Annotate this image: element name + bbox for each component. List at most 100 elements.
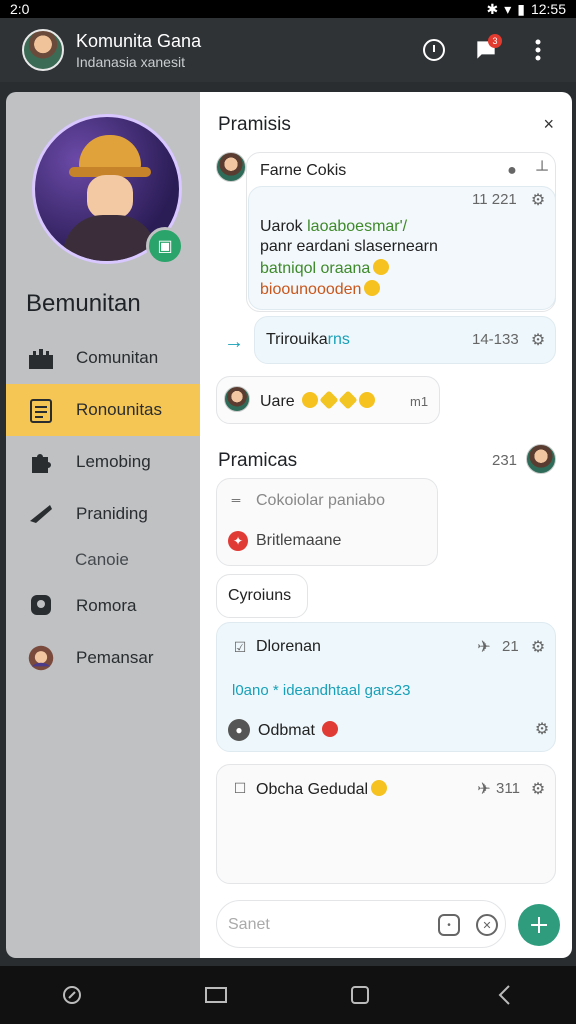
- user-icon: ●: [228, 719, 250, 741]
- recents-button[interactable]: [196, 975, 236, 1015]
- back-button[interactable]: [484, 975, 524, 1015]
- section-count: 231: [492, 452, 518, 469]
- message-text-main: Trirouika: [266, 331, 328, 348]
- app-titles: Komunita Gana Indanasia xanesit: [76, 31, 402, 70]
- info-button[interactable]: [414, 30, 454, 70]
- menu-lines-icon: ═: [231, 493, 241, 507]
- sidebar-item-lemobing[interactable]: Lemobing: [6, 436, 202, 488]
- sidebar-item-romora[interactable]: Romora: [6, 580, 202, 632]
- smile-emoji-icon: [371, 780, 388, 796]
- recents-icon: [205, 987, 227, 1003]
- message-line: batniqol oraana: [260, 259, 390, 278]
- arrow-right-icon: →: [224, 330, 244, 353]
- post-title: Obcha Gedudal: [256, 780, 388, 799]
- panel-title: Pramisis: [218, 114, 291, 135]
- settings-small-icon[interactable]: ⚙: [532, 719, 552, 739]
- add-button[interactable]: [518, 904, 560, 946]
- sidebar-item-label: Comunitan: [76, 348, 159, 367]
- status-time: 2:0: [10, 1, 30, 17]
- more-vert-icon: [535, 39, 541, 61]
- message-text: Trirouikarns: [266, 331, 350, 349]
- reaction-meta: m1: [410, 394, 429, 409]
- filter-chip-label: Cyroiuns: [228, 587, 292, 604]
- system-nav-bar: [0, 966, 576, 1024]
- info-icon: [423, 39, 445, 61]
- smile-emoji-icon: [373, 259, 390, 275]
- app-subtitle: Indanasia xanesit: [76, 53, 185, 70]
- section-avatar[interactable]: [526, 444, 556, 474]
- reaction-label: Uare: [260, 393, 295, 410]
- assistant-icon: [63, 986, 81, 1004]
- home-icon: [351, 986, 369, 1004]
- message-line: bioounoooden: [260, 280, 381, 299]
- pin-icon[interactable]: ✈: [474, 779, 494, 799]
- gear-icon[interactable]: ⚙: [528, 779, 548, 799]
- profile-badge-icon: ▣: [146, 227, 184, 265]
- more-button[interactable]: [518, 30, 558, 70]
- message-line: Uarok laoaboesmar'/: [260, 218, 407, 236]
- heart-face-icon: [322, 721, 339, 737]
- message-line-text: bioounoooden: [260, 281, 362, 298]
- post-line-text: Odbmat: [258, 722, 315, 739]
- sidebar-item-pemansar[interactable]: Pemansar: [6, 632, 202, 684]
- sidebar: ▣ Bemunitan Comunitan Ronounitas Lemobin…: [6, 92, 202, 958]
- gear-icon[interactable]: ⚙: [528, 330, 548, 350]
- status-bar: 2:0 ✱ ▾ ▮ 12:55: [0, 0, 576, 18]
- sidebar-item-praniding[interactable]: Praniding: [6, 488, 202, 540]
- message-avatar[interactable]: [216, 152, 246, 182]
- bluetooth-icon: ✱: [486, 0, 499, 17]
- notification-badge: 3: [488, 34, 502, 48]
- app-bar: Komunita Gana Indanasia xanesit 3: [0, 18, 576, 82]
- post-meta: 311: [496, 780, 520, 797]
- star-icon: [319, 390, 339, 410]
- sidebar-item-label: Praniding: [76, 504, 148, 523]
- location-icon: [28, 593, 54, 619]
- sidebar-heading: Bemunitan: [26, 290, 141, 317]
- sidebar-item-label: Romora: [76, 596, 137, 615]
- status-clock: 12:55: [530, 1, 566, 17]
- close-icon[interactable]: ×: [543, 114, 554, 135]
- sticker-icon[interactable]: •: [438, 914, 460, 936]
- clipboard-icon: [28, 397, 54, 423]
- status-icons: ✱ ▾ ▮ 12:55: [486, 1, 566, 18]
- message-time: 14-133: [472, 331, 519, 348]
- wifi-icon: ▾: [504, 0, 512, 17]
- gear-icon[interactable]: ⚙: [528, 637, 548, 657]
- checkbox-icon[interactable]: ☐: [230, 778, 250, 798]
- checkbox-icon[interactable]: ☑: [230, 637, 250, 657]
- emoji-picker-icon[interactable]: ✕: [476, 914, 498, 936]
- message-line: panr eardani slasernearn: [260, 238, 438, 255]
- hat-shape: [79, 135, 141, 171]
- message-line-prefix: Uarok: [260, 218, 308, 235]
- input-placeholder: Sanet: [228, 916, 270, 933]
- message-line-highlight: laoaboesmar'/: [307, 218, 408, 235]
- avatar-icon: [28, 645, 54, 671]
- alert-icon: ✦: [228, 531, 248, 551]
- reaction-text: Uare: [260, 390, 376, 411]
- sidebar-nav: Comunitan Ronounitas Lemobing Praniding …: [6, 332, 202, 684]
- sidebar-item-ronounitas[interactable]: Ronounitas: [6, 384, 202, 436]
- post-title-text: Obcha Gedudal: [256, 781, 369, 798]
- puzzle-icon: [28, 449, 54, 475]
- post-line: Odbmat: [258, 721, 339, 740]
- app-avatar[interactable]: [22, 29, 64, 71]
- castle-icon: [28, 345, 54, 371]
- app-title: Komunita Gana: [76, 30, 202, 51]
- chat-button[interactable]: 3: [466, 30, 506, 70]
- laugh-emoji-icon: [364, 280, 381, 296]
- sidebar-item-label: Lemobing: [76, 452, 151, 471]
- message-line-text: batniqol oraana: [260, 260, 371, 277]
- message-text-teal: rns: [327, 331, 350, 348]
- battery-icon: ▮: [517, 0, 525, 17]
- assistant-button[interactable]: [52, 975, 92, 1015]
- emoji-icon: [359, 392, 376, 408]
- pin-icon[interactable]: ✈: [474, 637, 494, 657]
- sidebar-sub-label[interactable]: Canoie: [6, 540, 202, 580]
- main-panel: Pramisis × Farne Cokis ● ┴ 11 221 ⚙ Uaro…: [200, 92, 572, 958]
- sidebar-item-comunitan[interactable]: Comunitan: [6, 332, 202, 384]
- face-shape: [87, 175, 133, 219]
- message-avatar[interactable]: [224, 386, 250, 412]
- home-button[interactable]: [340, 975, 380, 1015]
- body-shape: [63, 215, 157, 261]
- gear-icon[interactable]: ⚙: [528, 190, 548, 210]
